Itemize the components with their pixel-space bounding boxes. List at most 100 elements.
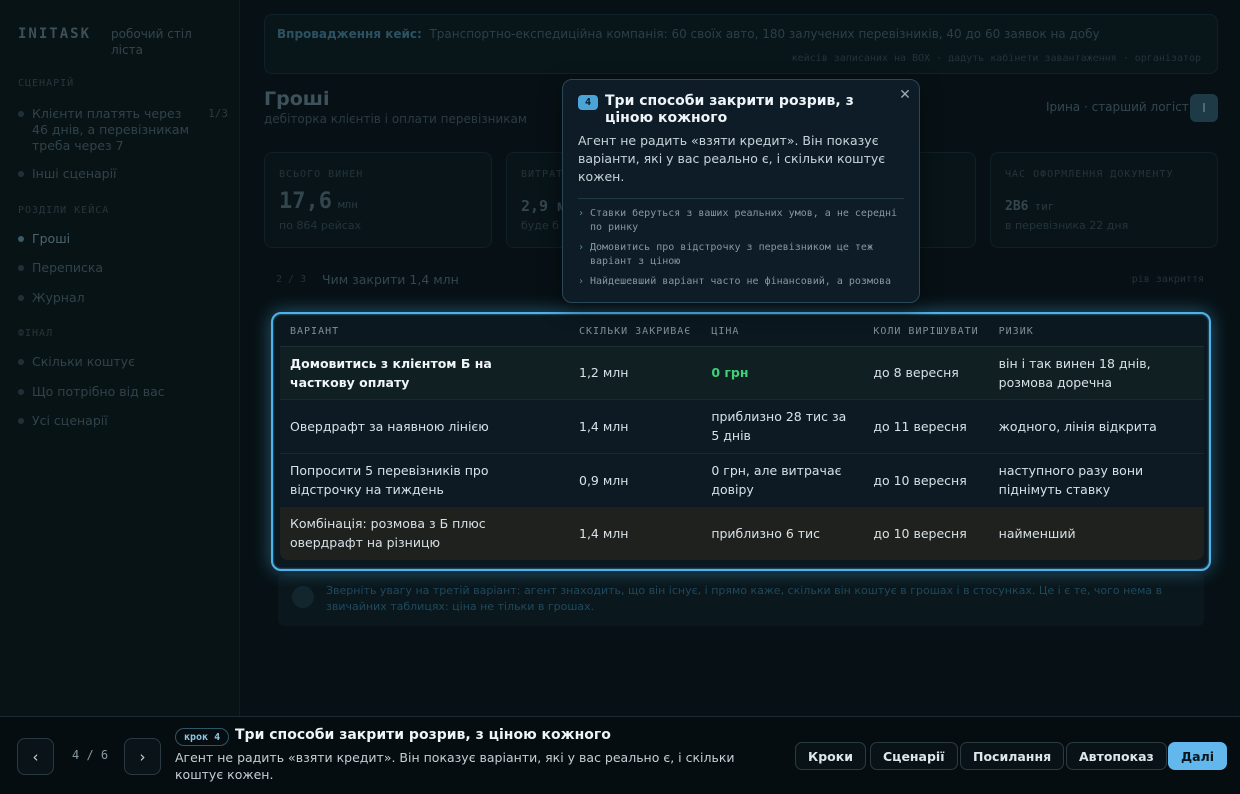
sidebar-item-money[interactable]: Гроші [18, 231, 228, 247]
cell-covers: 1,4 млн [569, 506, 702, 560]
cell-risk: жодного, лінія відкрита [988, 399, 1204, 453]
kpi-value: 17,6 млн [279, 189, 358, 214]
col-header-deadline: КОЛИ ВИРІШУВАТИ [863, 318, 989, 347]
step-description: Агент не радить «взяти кредит». Він пока… [175, 750, 735, 782]
cell-covers: 0,9 млн [569, 452, 702, 507]
table-header-row: ВАРІАНТ СКІЛЬКИ ЗАКРИВАЄ ЦІНА КОЛИ ВИРІШ… [280, 318, 1204, 347]
cell-price: 0 грн [701, 346, 864, 400]
persona-label: Ірина · старший логіст [1046, 100, 1189, 114]
list-item: Найдешевший варіант часто не фінансовий,… [578, 275, 908, 289]
sidebar-item-label: Переписка [32, 260, 104, 275]
cell-deadline: до 10 вересня [863, 506, 989, 560]
kpi-note: в перевізника 22 дня [1005, 219, 1129, 232]
cell-covers: 1,2 млн [569, 346, 702, 400]
cell-option: Домовитись з клієнтом Б на часткову опла… [280, 346, 569, 400]
popover-bullets: Ставки беруться з ваших реальних умов, а… [578, 207, 908, 295]
page-subtitle: дебіторка клієнтів і оплати перевізникам [264, 112, 527, 126]
banner-label: Впровадження кейс: [277, 27, 422, 41]
section-chapters: РОЗДІЛИ КЕЙСА [18, 205, 110, 216]
sidebar-item-all-scenarios[interactable]: Усі сценарії [18, 413, 228, 429]
brand: INITASK робочий стіл ліста [18, 26, 201, 58]
sidebar-item-correspondence[interactable]: Переписка [18, 260, 228, 276]
kpi-label: ЧАС ОФОРМЛЕННЯ ДОКУМЕНТУ [1005, 169, 1174, 180]
autoplay-button[interactable]: Автопоказ [1066, 742, 1167, 770]
options-table: ВАРІАНТ СКІЛЬКИ ЗАКРИВАЄ ЦІНА КОЛИ ВИРІШ… [280, 318, 1204, 560]
note-text: Зверніть увагу на третій варіант: агент … [326, 584, 1163, 613]
cell-price: 0 грн, але витрачає довіру [701, 452, 864, 507]
scenarios-button[interactable]: Сценарії [870, 742, 958, 770]
logo: INITASK [18, 26, 92, 42]
tour-popover: 4 Три способи закрити розрив, з ціною ко… [562, 79, 920, 303]
step-counter: 4 / 6 [72, 748, 109, 762]
note-box: Зверніть увагу на третій варіант: агент … [278, 574, 1204, 626]
scenario-count: 1/3 [208, 107, 228, 120]
bullet-icon [18, 171, 24, 177]
sidebar: INITASK робочий стіл ліста СЦЕНАРІЙ Кліє… [0, 0, 240, 716]
cell-price: приблизно 28 тис за 5 днів [701, 399, 864, 453]
step-title: Три способи закрити розрив, з ціною кожн… [235, 727, 611, 743]
col-header-option: ВАРІАНТ [280, 318, 569, 347]
avatar[interactable]: І [1190, 94, 1218, 122]
cell-deadline: до 11 вересня [863, 399, 989, 453]
sidebar-item-scenario[interactable]: Клієнти платять через 46 днів, а перевіз… [18, 106, 228, 154]
table-row[interactable]: Попросити 5 перевізників про відстрочку … [280, 452, 1204, 507]
popover-title: Три способи закрити розрив, з ціною кожн… [605, 93, 854, 126]
section-right-label: рів закриття [1131, 274, 1204, 285]
table-row[interactable]: Комбінація: розмова з Б плюс овердрафт н… [280, 506, 1204, 560]
cell-option: Попросити 5 перевізників про відстрочку … [280, 452, 569, 507]
list-item: Ставки беруться з ваших реальних умов, а… [578, 207, 908, 235]
section-scenario: СЦЕНАРІЙ [18, 78, 75, 89]
section-number: 2 / 3 [276, 274, 307, 285]
sidebar-item-label: Що потрібно від вас [32, 384, 165, 399]
case-banner: Впровадження кейс: Транспортно-експедиці… [264, 14, 1218, 74]
brand-subtitle: робочий стіл ліста [111, 27, 192, 57]
table-row[interactable]: Домовитись з клієнтом Б на часткову опла… [280, 346, 1204, 400]
table-row[interactable]: Овердрафт за наявною лінією 1,4 млн приб… [280, 399, 1204, 453]
sidebar-item-label: Гроші [32, 231, 71, 246]
sidebar-item-other-scenarios[interactable]: Інші сценарії [18, 166, 228, 182]
steps-button[interactable]: Кроки [795, 742, 866, 770]
bullet-icon [18, 295, 24, 301]
kpi-value: 2В6 тиг [1005, 199, 1055, 214]
prev-button[interactable]: ‹ [17, 738, 54, 775]
list-item: Домовитись про відстрочку з перевізником… [578, 241, 908, 269]
section-final: ФІНАЛ [18, 328, 54, 339]
info-icon [292, 586, 314, 608]
bullet-icon [18, 236, 24, 242]
col-header-price: ЦІНА [701, 318, 864, 347]
kpi-note: буде б [521, 219, 559, 232]
sidebar-item-label: Журнал [32, 290, 85, 305]
kpi-card: ВСЬОГО ВИНЕН 17,6 млн по 864 рейсах [264, 152, 492, 248]
sidebar-item-needs[interactable]: Що потрібно від вас [18, 384, 228, 400]
cell-price: приблизно 6 тис [701, 506, 864, 560]
divider [578, 198, 904, 199]
sidebar-item-cost[interactable]: Скільки коштує [18, 354, 228, 370]
cell-option: Овердрафт за наявною лінією [280, 399, 569, 453]
next-arrow-button[interactable]: › [124, 738, 161, 775]
bullet-icon [18, 418, 24, 424]
scenario-label: Клієнти платять через 46 днів, а перевіз… [32, 106, 190, 153]
bullet-icon [18, 265, 24, 271]
links-button[interactable]: Посилання [960, 742, 1065, 770]
page-title: Гроші [264, 88, 330, 110]
next-button[interactable]: Далі [1168, 742, 1228, 770]
col-header-covers: СКІЛЬКИ ЗАКРИВАЄ [569, 318, 702, 347]
kpi-card: ЧАС ОФОРМЛЕННЯ ДОКУМЕНТУ 2В6 тиг в переві… [990, 152, 1218, 248]
other-scenarios-label: Інші сценарії [32, 166, 117, 181]
step-chip: крок 4 [175, 728, 230, 746]
sidebar-item-journal[interactable]: Журнал [18, 290, 228, 306]
cell-option: Комбінація: розмова з Б плюс овердрафт н… [280, 506, 569, 560]
options-table-spotlight: ВАРІАНТ СКІЛЬКИ ЗАКРИВАЄ ЦІНА КОЛИ ВИРІШ… [271, 312, 1211, 571]
step-badge: 4 [578, 95, 598, 110]
banner-line: Впровадження кейс: Транспортно-експедиці… [277, 27, 1100, 41]
sidebar-item-label: Скільки коштує [32, 354, 135, 369]
section-title: Чим закрити 1,4 млн [322, 272, 459, 287]
banner-text: Транспортно-експедиційна компанія: 60 св… [429, 27, 1100, 41]
bullet-icon [18, 111, 24, 117]
close-icon[interactable]: ✕ [896, 86, 914, 104]
bullet-icon [18, 359, 24, 365]
banner-subline: кейсів записаних на BOX · дадуть кабінет… [791, 53, 1201, 64]
kpi-note: по 864 рейсах [279, 219, 362, 232]
tour-bottom-bar: ‹ 4 / 6 › крок 4 Три способи закрити роз… [0, 716, 1240, 794]
cell-risk: наступного разу вони піднімуть ставку [988, 452, 1204, 507]
